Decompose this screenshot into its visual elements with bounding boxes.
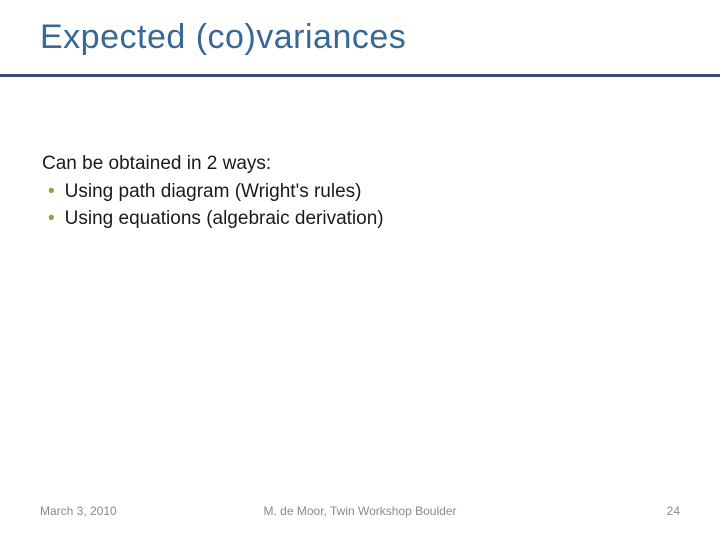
slide-title: Expected (co)variances	[40, 18, 406, 57]
body-content: Can be obtained in 2 ways: • Using path …	[42, 150, 384, 233]
bullet-text: Using path diagram (Wright's rules)	[65, 178, 362, 206]
footer-author: M. de Moor, Twin Workshop Boulder	[264, 504, 457, 518]
bullet-item: • Using path diagram (Wright's rules)	[42, 178, 384, 206]
bullet-icon: •	[48, 205, 55, 233]
footer: March 3, 2010 M. de Moor, Twin Workshop …	[40, 504, 680, 518]
bullet-text: Using equations (algebraic derivation)	[65, 205, 384, 233]
bullet-icon: •	[48, 178, 55, 206]
slide: Expected (co)variances Can be obtained i…	[0, 0, 720, 540]
title-underline	[0, 74, 720, 77]
bullet-item: • Using equations (algebraic derivation)	[42, 205, 384, 233]
footer-date: March 3, 2010	[40, 504, 117, 518]
intro-line: Can be obtained in 2 ways:	[42, 150, 384, 178]
footer-page: 24	[667, 504, 680, 518]
